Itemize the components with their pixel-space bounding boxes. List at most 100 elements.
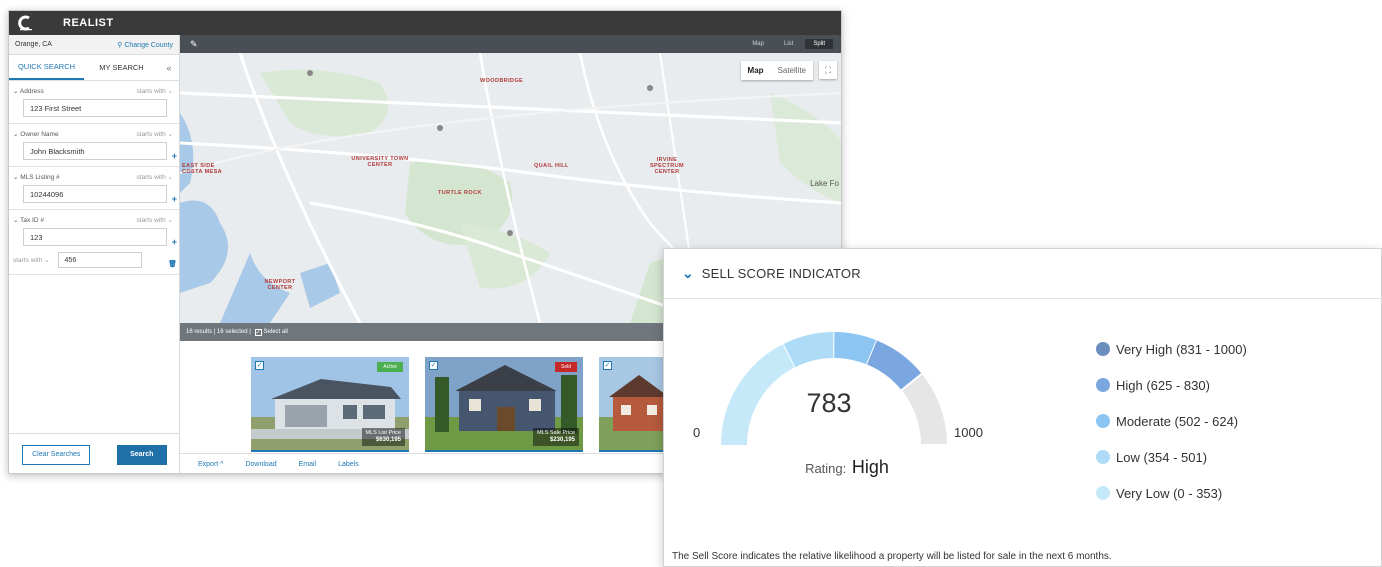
map-label-newport-center: NEWPORT CENTER: [264, 279, 296, 291]
legend-dot-icon: [1096, 450, 1110, 464]
search-button[interactable]: Search: [116, 444, 167, 465]
owner-name-input[interactable]: John Blacksmith: [23, 142, 167, 160]
results-selected: 16 selected: [216, 329, 248, 335]
map-type-control: Map Satellite: [740, 61, 813, 80]
card-checkbox[interactable]: ✓: [429, 361, 438, 370]
map-toolbar: ✎ Map List Split: [180, 35, 841, 53]
sell-score-value: 783: [806, 388, 852, 418]
sell-score-panel: ⌄ SELL SCORE INDICATOR 783 0 1000 Rating…: [663, 248, 1382, 567]
view-toggle: Map List Split: [744, 39, 833, 49]
sell-score-footnote: The Sell Score indicates the relative li…: [672, 551, 1112, 562]
download-button[interactable]: Download: [245, 461, 276, 468]
card-price: MLS List Price $630,195: [361, 428, 405, 446]
legend-label: Low (354 - 501): [1116, 449, 1208, 465]
add-tax-plus-icon[interactable]: +: [172, 237, 177, 247]
add-owner-plus-icon[interactable]: +: [172, 151, 177, 161]
collapse-sidebar-icon[interactable]: «: [159, 55, 179, 80]
address-field-group: ⌄ Address starts with ⌄ 123 First Street: [9, 81, 179, 124]
legend-dot-icon: [1096, 414, 1110, 428]
sell-score-title: SELL SCORE INDICATOR: [701, 266, 861, 281]
legend-dot-icon: [1096, 486, 1110, 500]
mls-label[interactable]: ⌄ MLS Listing #: [13, 173, 60, 181]
map-type-satellite-button[interactable]: Satellite: [771, 61, 813, 80]
corelogic-logo-icon[interactable]: [15, 11, 37, 35]
select-all-checkbox[interactable]: ✓: [254, 328, 262, 336]
clear-searches-button[interactable]: Clear Searches: [22, 444, 91, 465]
map-label-east-side: EAST SIDE COSTA MESA: [182, 163, 223, 175]
status-badge: Sold: [554, 362, 577, 372]
legend-dot-icon: [1096, 378, 1110, 392]
card-checkbox[interactable]: ✓: [255, 361, 264, 370]
location-row: Orange, CA ⚲ Change County: [9, 35, 179, 55]
gauge-segment: [833, 332, 877, 365]
price-value: $630,195: [375, 437, 401, 443]
map-label-quail-hill: QUAIL HILL: [534, 163, 569, 169]
map-type-map-button[interactable]: Map: [741, 61, 771, 80]
select-all-label[interactable]: Select all: [264, 329, 288, 335]
rating-value: High: [851, 457, 889, 477]
property-card[interactable]: ✓ Active MLS List Price $630,195: [251, 357, 409, 452]
mls-operator-select[interactable]: starts with ⌄: [136, 173, 173, 181]
legend-label: High (625 - 830): [1116, 377, 1210, 393]
change-county-link[interactable]: ⚲ Change County: [117, 41, 173, 49]
add-mls-plus-icon[interactable]: +: [172, 194, 177, 204]
tax-id-input[interactable]: 123: [23, 228, 167, 246]
map-pin-icon: ⚲: [117, 41, 123, 49]
sidebar-buttons: Clear Searches Search: [9, 433, 180, 473]
tax-id-label[interactable]: ⌄ Tax ID #: [13, 216, 44, 224]
view-map-button[interactable]: Map: [744, 39, 772, 49]
property-card[interactable]: ✓ Sold MLS Sale Price $230,195: [425, 357, 583, 452]
export-button[interactable]: Export ^: [198, 461, 223, 468]
address-operator-select[interactable]: starts with ⌄: [136, 87, 173, 95]
legend-item-moderate: Moderate (502 - 624): [1096, 403, 1247, 439]
mls-input[interactable]: 10244096: [23, 185, 167, 203]
gauge-max-label: 1000: [954, 425, 983, 440]
legend-item-low: Low (354 - 501): [1096, 439, 1247, 475]
gauge-remainder-segment: [901, 373, 947, 446]
map-label-lake-forest: Lake Fo: [810, 179, 839, 188]
map-label-irvine-spectrum: IRVINE SPECTRUM CENTER: [649, 157, 685, 175]
owner-name-label[interactable]: ⌄ Owner Name: [13, 130, 59, 138]
fullscreen-icon[interactable]: ⛶: [819, 61, 837, 79]
price-label: MLS Sale Price: [537, 430, 575, 436]
sell-score-gauge: [721, 331, 947, 446]
pencil-icon[interactable]: ✎: [190, 39, 198, 50]
results-count: 16 results: [186, 329, 213, 335]
tab-my-search[interactable]: MY SEARCH: [84, 55, 159, 80]
sell-score-header[interactable]: ⌄ SELL SCORE INDICATOR: [664, 249, 1381, 299]
card-price: MLS Sale Price $230,195: [533, 428, 579, 446]
chevron-down-icon[interactable]: ⌄: [682, 265, 694, 282]
range-input[interactable]: 456: [57, 252, 142, 268]
address-input[interactable]: 123 First Street: [23, 99, 167, 117]
tab-quick-search[interactable]: QUICK SEARCH: [9, 55, 84, 80]
app-title: REALIST: [63, 17, 114, 29]
gauge-segment: [866, 340, 922, 391]
score-legend: Very High (831 - 1000) High (625 - 830) …: [1096, 331, 1247, 511]
tax-id-field-group: ⌄ Tax ID # starts with ⌄ 123 + starts wit…: [9, 210, 179, 275]
range-operator-select[interactable]: starts with ⌄: [13, 256, 50, 264]
labels-button[interactable]: Labels: [338, 461, 359, 468]
price-value: $230,195: [549, 437, 575, 443]
delete-range-icon[interactable]: 🗑: [168, 260, 177, 268]
map-label-turtle-rock: TURTLE ROCK: [438, 190, 482, 196]
tax-operator-select[interactable]: starts with ⌄: [136, 216, 173, 224]
legend-item-very-high: Very High (831 - 1000): [1096, 331, 1247, 367]
tax-range-row: starts with ⌄ 456: [13, 252, 173, 268]
status-badge: Active: [377, 362, 403, 372]
screenshot-stage: REALIST Orange, CA ⚲ Change County QUICK…: [0, 0, 1382, 567]
map-label-woodbridge: WOODBRIDGE: [480, 78, 524, 84]
current-location: Orange, CA: [15, 41, 52, 48]
change-county-label: Change County: [124, 41, 173, 49]
view-list-button[interactable]: List: [776, 39, 801, 49]
legend-label: Very Low (0 - 353): [1116, 485, 1223, 501]
address-label[interactable]: ⌄ Address: [13, 87, 44, 95]
card-checkbox[interactable]: ✓: [603, 361, 612, 370]
mls-field-group: ⌄ MLS Listing # starts with ⌄ 10244096 +: [9, 167, 179, 210]
legend-label: Moderate (502 - 624): [1116, 413, 1239, 429]
owner-operator-select[interactable]: starts with ⌄: [136, 130, 173, 138]
search-sidebar: Orange, CA ⚲ Change County QUICK SEARCH …: [9, 35, 180, 473]
gauge-min-label: 0: [693, 425, 701, 440]
map-label-university-town-center: UNIVERSITY TOWN CENTER: [351, 156, 409, 168]
email-button[interactable]: Email: [299, 461, 317, 468]
view-split-button[interactable]: Split: [805, 39, 833, 49]
